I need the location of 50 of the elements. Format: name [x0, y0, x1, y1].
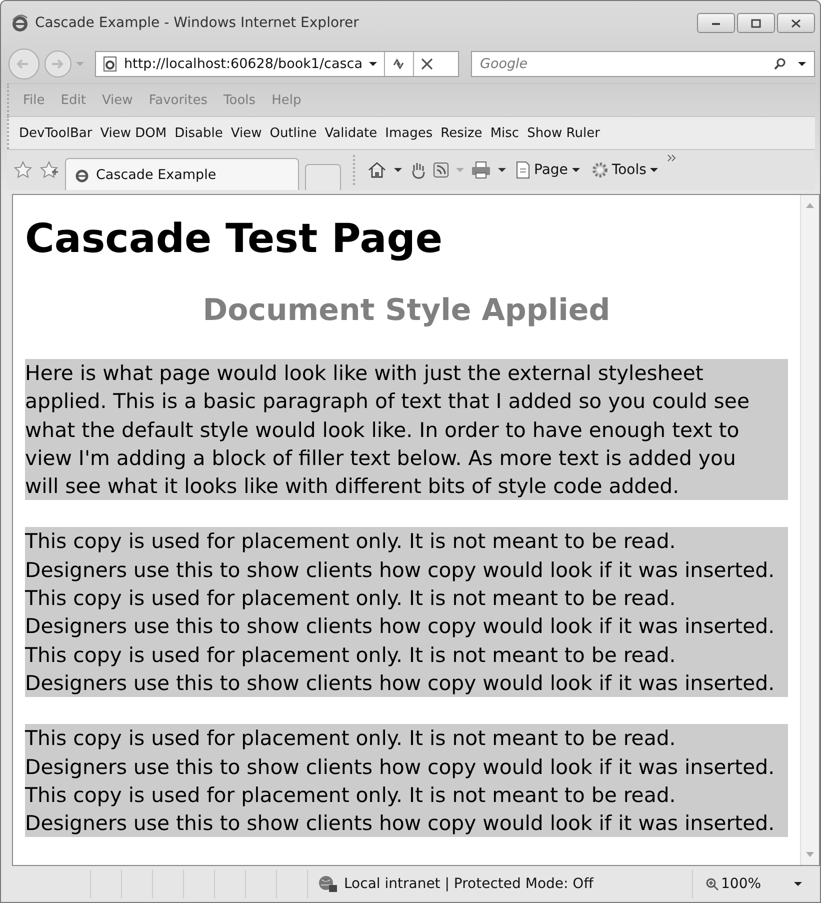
chevron-icon[interactable]	[667, 154, 678, 162]
minimize-button[interactable]	[697, 13, 735, 33]
dropdown-icon[interactable]	[368, 60, 378, 68]
toolbar-item[interactable]: Misc	[486, 126, 524, 140]
globe-icon	[318, 875, 338, 893]
browser-tab[interactable]: Cascade Example	[65, 158, 299, 190]
printer-icon[interactable]	[471, 161, 491, 179]
stop-icon[interactable]	[420, 57, 434, 71]
toolbar-item[interactable]: DevToolBar	[15, 126, 96, 140]
window-title: Cascade Example - Windows Internet Explorer	[35, 15, 359, 31]
page-icon	[515, 161, 531, 179]
address-field[interactable]: http://localhost:60628/book1/casca	[95, 51, 459, 77]
caret-icon	[793, 880, 803, 888]
toolbar-item[interactable]: Validate	[320, 126, 382, 140]
close-icon	[791, 18, 801, 28]
zone-status: Local intranet | Protected Mode: Off	[344, 876, 594, 892]
search-field[interactable]: Google	[471, 51, 815, 77]
toolbar-item[interactable]: View DOM	[96, 126, 171, 140]
paragraph: This copy is used for placement only. It is not meant to be read. Designers use this to show clients how copy would look if it was inserted. This copy is used for placement only. It is not meant to be read. Designers use this to show clients how copy would look if it was inserted.	[25, 724, 788, 838]
zoom-icon	[705, 877, 719, 891]
maximize-icon	[751, 18, 761, 28]
favorites-star-icon[interactable]	[13, 160, 33, 180]
maximize-button[interactable]	[737, 13, 775, 33]
toolbar-item[interactable]: Show Ruler	[523, 126, 604, 140]
home-icon[interactable]	[367, 161, 387, 179]
gear-icon	[590, 161, 609, 179]
add-favorite-icon[interactable]	[39, 160, 59, 180]
feed-icon[interactable]	[433, 162, 449, 178]
paragraph: This copy is used for placement only. It is not meant to be read. Designers use this to show clients how copy would look if it was inserted. This copy is used for placement only. It is not meant to be read. Designers use this to show clients how copy would look if it was inserted. This copy is used for placement only. It is not meant to be read. Designers use this to show clients how copy would look if it was inserted.	[25, 527, 788, 698]
dropdown-icon[interactable]	[393, 166, 403, 174]
dropdown-icon[interactable]	[497, 166, 507, 174]
toolbar-item[interactable]: Resize	[436, 126, 486, 140]
toolbar-item[interactable]: Disable	[170, 126, 227, 140]
page-icon	[102, 56, 118, 72]
search-icon[interactable]	[773, 57, 787, 71]
toolbar-item[interactable]: Images	[381, 126, 437, 140]
page-menu-button[interactable]: Page	[513, 161, 583, 179]
toolbar-item[interactable]: Outline	[266, 126, 321, 140]
caret-icon	[570, 166, 581, 174]
tools-menu-button[interactable]: Tools	[588, 161, 662, 179]
paragraph: Here is what page would look like with just the external stylesheet applied. This is a basic paragraph of text that I added so you could see what the default style would look like. In order to have enough text to view I'm adding a block of filler text below. As more text is added you will see what it looks like with different bits of style code added.	[25, 359, 788, 500]
close-button[interactable]	[777, 13, 815, 33]
page-heading: Cascade Test Page	[25, 215, 444, 263]
minimize-icon	[711, 20, 721, 26]
page-subheading: Document Style Applied	[202, 293, 612, 329]
caret-icon	[649, 166, 660, 174]
zoom-button[interactable]: 100%	[693, 876, 803, 892]
browser-logo-icon	[11, 14, 29, 32]
toolbar-item[interactable]: View	[226, 126, 266, 140]
dropdown-icon[interactable]	[797, 60, 807, 68]
